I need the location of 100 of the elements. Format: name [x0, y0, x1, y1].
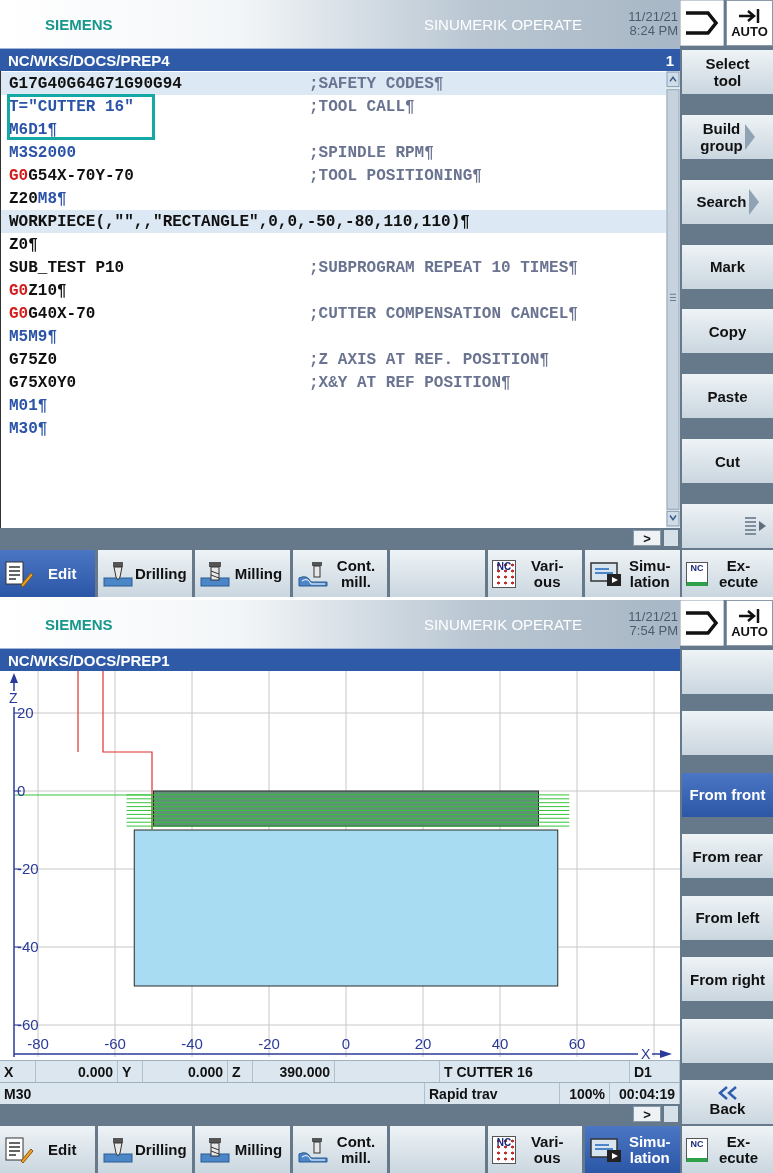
tick-label: 60 — [568, 1035, 586, 1052]
code-text: G0Z10¶ — [9, 281, 68, 300]
menu-softkey[interactable]: Milling — [195, 550, 290, 597]
softkey[interactable]: Search — [682, 179, 773, 224]
code-text: WORKPIECE(,"",,"RECTANGLE",0,0,-50,-80,110,110)¶ — [9, 212, 470, 231]
menu-softkey[interactable]: Simu- lation — [585, 550, 681, 597]
tick-label: 0 — [341, 1035, 351, 1052]
menu-softkey[interactable]: Edit — [0, 1126, 95, 1173]
simulation-view[interactable]: Z X 20 0 -20 -40 -60 -80 -60 -40 -20 0 20 40 60 — [0, 671, 680, 1060]
mode-button[interactable]: AUTO — [726, 0, 773, 46]
code-comment: ;Z AXIS AT REF. POSITION¶ — [309, 350, 550, 369]
tick-label: 0 — [17, 782, 26, 799]
product-title: SINUMERIK OPERATE — [423, 615, 582, 633]
scrollbar[interactable] — [666, 71, 680, 528]
code-editor[interactable] — [0, 71, 680, 528]
tick-label: 40 — [491, 1035, 509, 1052]
document-pencil-icon — [4, 559, 34, 588]
brand-logo: SIEMENS — [45, 615, 113, 633]
tick-label: -40 — [181, 1035, 203, 1052]
nc-execute-icon: NC — [686, 561, 708, 586]
arrow-icon — [748, 188, 759, 215]
monitor-play-icon — [589, 1135, 624, 1164]
product-title: SINUMERIK OPERATE — [423, 15, 582, 33]
end-mill-icon — [199, 559, 232, 588]
tick-label: -20 — [17, 860, 39, 877]
empty-softkey[interactable] — [682, 711, 773, 756]
menu-softkey[interactable]: Simu- lation — [585, 1126, 681, 1173]
softkey[interactable]: Select tool — [682, 50, 773, 94]
softkey[interactable]: Cut — [682, 439, 773, 484]
code-text: SUB_TEST P10 — [9, 258, 126, 277]
code-comment: ;X&Y AT REF POSITION¶ — [309, 373, 511, 392]
back-button[interactable]: Back — [682, 1079, 773, 1124]
code-text: G75X0Y0 — [9, 373, 78, 392]
softkey[interactable]: From rear — [682, 834, 773, 879]
date-text: 11/21/21 — [628, 10, 678, 24]
code-text: G0G40X-70 — [9, 304, 97, 323]
axis-label: Z — [9, 690, 18, 706]
double-chevron-icon — [716, 1086, 739, 1101]
code-text: M6D1¶ — [9, 120, 58, 139]
contour-mill-icon — [296, 1135, 329, 1164]
more-softkey[interactable] — [682, 503, 773, 548]
code-text: G75Z0 — [9, 350, 58, 369]
end-mill-icon — [199, 1135, 232, 1164]
code-comment: ;SUBPROGRAM REPEAT 10 TIMES¶ — [309, 258, 578, 277]
scroll-corner — [664, 530, 678, 546]
code-comment: ;TOOL CALL¶ — [309, 97, 415, 116]
arrow-icon — [744, 123, 755, 150]
softkey[interactable]: From left — [682, 895, 773, 940]
tick-label: -60 — [104, 1035, 126, 1052]
code-text: M5M9¶ — [9, 327, 58, 346]
program-path: NC/WKS/DOCS/PREP1 — [8, 651, 170, 669]
menu-softkey[interactable]: NC Vari- ous — [487, 550, 583, 597]
brand-logo: SIEMENS — [45, 15, 113, 33]
code-text: M30¶ — [9, 419, 49, 438]
scroll-corner — [664, 1106, 678, 1122]
code-text: T="CUTTER 16" — [9, 97, 135, 116]
menu-softkey[interactable]: NC Vari- ous — [487, 1126, 583, 1173]
mode-button[interactable]: AUTO — [726, 600, 773, 646]
menu-softkey[interactable]: Cont. mill. — [292, 1126, 388, 1173]
drill-icon — [101, 559, 134, 588]
next-button[interactable]: > — [633, 530, 661, 546]
channel-number: 1 — [665, 51, 674, 69]
code-comment: ;SAFETY CODES¶ — [309, 74, 444, 93]
softkey[interactable]: Paste — [682, 374, 773, 419]
channel-icon[interactable] — [680, 0, 724, 46]
code-text: G17G40G64G71G90G94 — [9, 74, 183, 93]
program-path: NC/WKS/DOCS/PREP4 — [8, 51, 170, 69]
empty-softkey[interactable] — [682, 1018, 773, 1063]
tick-label: -40 — [17, 938, 39, 955]
menu-softkey[interactable]: Edit — [0, 550, 95, 597]
time-text: 7:54 PM — [629, 624, 678, 638]
softkey[interactable]: Mark — [682, 244, 773, 289]
code-text: Z20M8¶ — [9, 189, 68, 208]
execute-button[interactable]: NC Ex- ecute — [682, 550, 773, 597]
document-pencil-icon — [4, 1135, 34, 1164]
axis-label: X — [641, 1046, 651, 1060]
menu-softkey[interactable]: Drilling — [97, 550, 193, 597]
tick-label: 20 — [414, 1035, 432, 1052]
nc-program-icon: NC — [491, 1135, 516, 1164]
contour-mill-icon — [296, 559, 329, 588]
menu-softkey[interactable]: Cont. mill. — [292, 550, 388, 597]
softkey[interactable]: Build group — [682, 114, 773, 159]
menu-softkey[interactable]: Milling — [195, 1126, 290, 1173]
tick-label: 20 — [17, 704, 34, 721]
code-comment: ;SPINDLE RPM¶ — [309, 143, 434, 162]
monitor-play-icon — [589, 559, 624, 588]
code-comment: ;CUTTER COMPENSATION CANCEL¶ — [309, 304, 578, 323]
code-text: M3S2000 — [9, 143, 78, 162]
next-button[interactable]: > — [633, 1106, 661, 1122]
nc-program-icon: NC — [491, 559, 516, 588]
code-text: Z0¶ — [9, 235, 39, 254]
menu-softkey[interactable]: Drilling — [97, 1126, 193, 1173]
execute-button[interactable]: NC Ex- ecute — [682, 1126, 773, 1173]
drill-icon — [101, 1135, 134, 1164]
softkey[interactable]: From front — [682, 772, 773, 817]
channel-icon[interactable] — [680, 600, 724, 646]
tick-label: -60 — [17, 1016, 39, 1033]
softkey[interactable]: Copy — [682, 309, 773, 354]
softkey[interactable]: From right — [682, 957, 773, 1002]
time-text: 8:24 PM — [629, 24, 678, 38]
